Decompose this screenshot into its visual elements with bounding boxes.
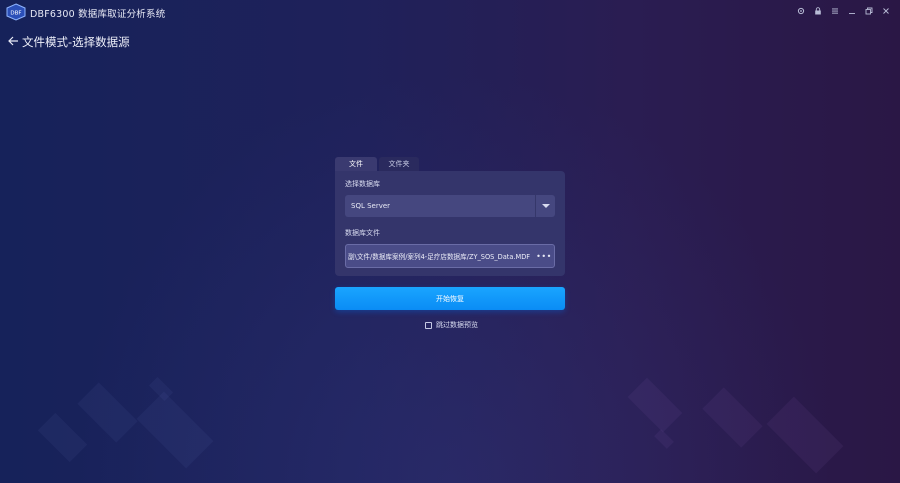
database-file-label: 数据库文件	[345, 229, 380, 237]
app-title: DBF6300 数据库取证分析系统	[30, 9, 166, 20]
minimize-icon[interactable]	[848, 6, 856, 16]
close-icon[interactable]	[882, 6, 890, 16]
menu-icon[interactable]	[831, 6, 839, 16]
decor-diamond	[627, 377, 683, 433]
skip-preview-option[interactable]: 跳过数据预览	[425, 320, 478, 330]
source-tabs: 文件 文件夹	[335, 157, 419, 171]
database-type-select[interactable]: SQL Server	[345, 195, 555, 217]
chevron-down-icon[interactable]	[535, 195, 555, 217]
browse-more-icon[interactable]: •••	[534, 252, 554, 261]
skip-preview-label: 跳过数据预览	[436, 321, 478, 329]
decor-diamond	[766, 396, 844, 474]
database-type-label: 选择数据库	[345, 180, 380, 188]
svg-text:DBF: DBF	[10, 11, 21, 17]
skip-preview-checkbox[interactable]	[425, 321, 432, 329]
lock-icon[interactable]	[814, 6, 822, 16]
decor-diamond	[37, 412, 88, 463]
decor-diamond	[136, 391, 214, 469]
source-panel: 选择数据库 SQL Server 数据库文件 副\文件/数据库案例/案列4-足疗…	[335, 171, 565, 276]
decor-diamond	[77, 382, 138, 443]
decor-diamond	[702, 387, 763, 448]
title-bar: DBF DBF6300 数据库取证分析系统	[0, 0, 900, 26]
settings-icon[interactable]	[797, 6, 805, 16]
page-title: 文件模式-选择数据源	[22, 35, 130, 49]
start-recovery-button[interactable]: 开始恢复	[335, 287, 565, 310]
page-header: 文件模式-选择数据源	[8, 34, 130, 50]
app-logo-icon: DBF	[6, 3, 26, 21]
database-type-value: SQL Server	[351, 202, 391, 210]
window-controls	[797, 6, 890, 16]
tab-folder[interactable]: 文件夹	[379, 157, 419, 171]
database-file-field[interactable]: 副\文件/数据库案例/案列4-足疗店数据库/ZY_SOS_Data.MDF ••…	[345, 244, 555, 268]
database-file-path[interactable]: 副\文件/数据库案例/案列4-足疗店数据库/ZY_SOS_Data.MDF	[346, 251, 534, 261]
restore-icon[interactable]	[865, 6, 873, 16]
tab-file[interactable]: 文件	[335, 157, 377, 171]
decor-diamond	[654, 429, 674, 449]
back-arrow-icon[interactable]	[8, 36, 19, 48]
